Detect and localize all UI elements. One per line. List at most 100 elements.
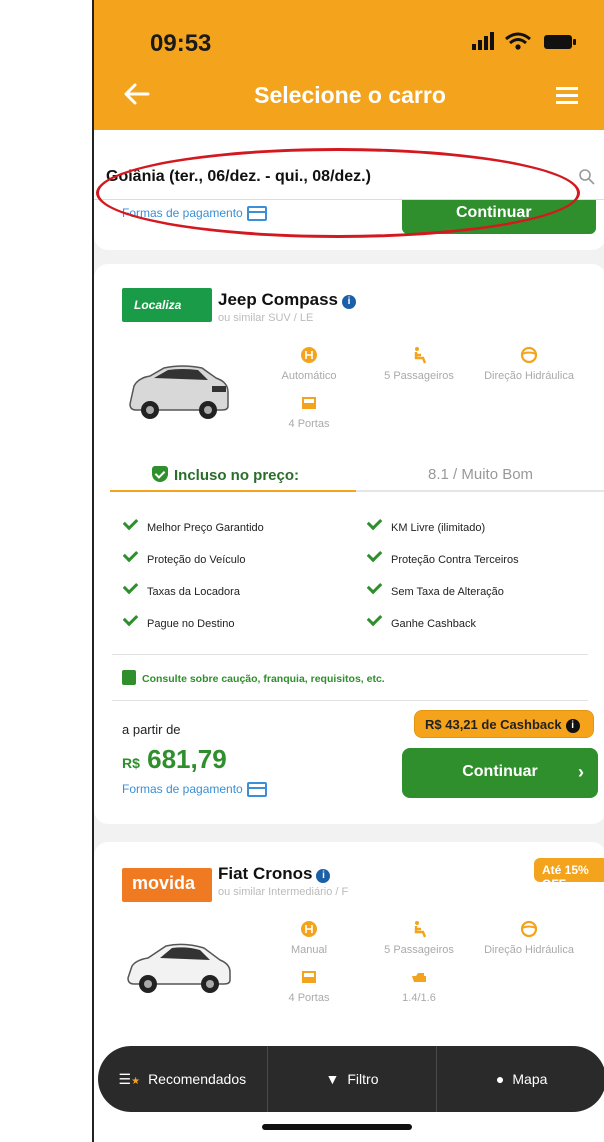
filter-button[interactable]: ▼ Filtro xyxy=(268,1046,438,1112)
perk-item: Taxas da Locadora xyxy=(120,578,240,598)
info-icon[interactable]: i xyxy=(316,869,331,883)
map-pin-icon: ● xyxy=(495,1071,505,1087)
home-indicator xyxy=(262,1124,412,1130)
perk-item: KM Livre (ilimitado) xyxy=(364,514,485,534)
cashback-label: R$ 43,21 de Cashback xyxy=(425,717,562,732)
company-name: movida xyxy=(132,873,196,893)
phone-screen: 09:53 Selecione o carro Goiânia (ter., 0… xyxy=(92,0,604,1142)
perk-item: Ganhe Cashback xyxy=(364,610,476,630)
page-title: Selecione o carro xyxy=(254,82,446,108)
continue-label: Continuar xyxy=(462,763,538,780)
tab-rating[interactable]: 8.1 / Muito Bom xyxy=(428,466,533,483)
car-category: ou similar Intermediário / F xyxy=(218,886,349,898)
feature-label: Automático xyxy=(281,370,337,382)
recommended-label: Recomendados xyxy=(148,1071,247,1087)
divider xyxy=(112,654,588,655)
signal-icon xyxy=(472,32,494,50)
car-name: Jeep Compass i xyxy=(218,290,356,310)
perk-label: Taxas da Locadora xyxy=(147,586,240,598)
page: 09:53 Selecione o carro Goiânia (ter., 0… xyxy=(0,0,604,1142)
car-name-text: Jeep Compass xyxy=(218,290,338,309)
app-header: 09:53 Selecione o carro xyxy=(94,0,604,130)
feature-label: 4 Portas xyxy=(288,992,330,1004)
feature-passengers: 5 Passageiros xyxy=(364,920,474,956)
perk-item: Proteção Contra Terceiros xyxy=(364,546,519,566)
discount-badge: Até 15% OFF xyxy=(534,858,604,891)
gearbox-icon xyxy=(301,921,317,937)
price: R$ 681,79 xyxy=(122,744,227,775)
perk-label: Proteção do Veículo xyxy=(147,554,246,566)
info-icon[interactable]: i xyxy=(342,295,356,309)
perk-label: Melhor Preço Garantido xyxy=(147,522,264,534)
divider xyxy=(112,700,588,701)
car-category: ou similar SUV / LE xyxy=(218,312,314,324)
tab-active-indicator xyxy=(110,490,356,492)
feature-label: 1.4/1.6 xyxy=(402,992,436,1004)
status-time: 09:53 xyxy=(150,30,212,57)
car-name: Fiat Cronos i xyxy=(218,864,331,884)
info-icon: i xyxy=(565,719,580,733)
localiza-logo: Localiza xyxy=(122,288,212,322)
feature-engine: 1.4/1.6 xyxy=(364,968,474,1004)
offer-tabs: Incluso no preço: 8.1 / Muito Bom xyxy=(110,456,604,492)
cashback-badge[interactable]: R$ 43,21 de Cashback i xyxy=(414,710,594,738)
gearbox-icon xyxy=(301,347,317,363)
car-image xyxy=(127,943,231,993)
feature-label: 4 Portas xyxy=(288,418,330,430)
car-door-icon xyxy=(302,971,316,983)
feature-transmission: Manual xyxy=(254,920,364,956)
battery-icon xyxy=(544,35,576,49)
perk-item: Sem Taxa de Alteração xyxy=(364,578,504,598)
perk-label: Ganhe Cashback xyxy=(391,618,476,630)
check-icon xyxy=(122,514,139,531)
status-icons xyxy=(472,32,576,50)
continue-button[interactable]: Continuar › xyxy=(402,748,598,798)
wifi-icon xyxy=(505,32,531,45)
sort-star-icon: ☰★ xyxy=(118,1070,141,1087)
car-name-text: Fiat Cronos xyxy=(218,864,313,883)
bottom-toolbar: ☰★ Recomendados ▼ Filtro ● Mapa xyxy=(98,1046,604,1112)
check-icon xyxy=(366,546,383,563)
search-icon[interactable] xyxy=(578,168,596,186)
feature-label: Direção Hidráulica xyxy=(484,370,574,382)
perk-label: Sem Taxa de Alteração xyxy=(391,586,504,598)
car-door-icon xyxy=(302,397,316,409)
steering-wheel-icon xyxy=(520,346,538,364)
credit-card-icon xyxy=(246,782,267,798)
check-icon xyxy=(122,610,139,627)
tab-included[interactable]: Incluso no preço: xyxy=(152,466,299,484)
perk-item: Proteção do Veículo xyxy=(120,546,246,566)
conditions-link[interactable]: Consulte sobre caução, franquia, requisi… xyxy=(122,670,385,685)
from-label: a partir de xyxy=(122,722,181,737)
feature-label: 5 Passageiros xyxy=(384,944,454,956)
perk-item: Pague no Destino xyxy=(120,610,235,630)
steering-wheel-icon xyxy=(520,920,538,938)
check-icon xyxy=(122,578,139,595)
perk-label: Proteção Contra Terceiros xyxy=(391,554,519,566)
movida-logo: movida xyxy=(122,868,212,902)
perk-item: Melhor Preço Garantido xyxy=(120,514,264,534)
map-label: Mapa xyxy=(512,1071,548,1087)
document-check-icon xyxy=(122,670,136,685)
recommended-button[interactable]: ☰★ Recomendados xyxy=(98,1046,268,1112)
map-button[interactable]: ● Mapa xyxy=(437,1046,604,1112)
engine-icon xyxy=(412,973,426,982)
filter-label: Filtro xyxy=(347,1071,379,1087)
perk-label: Pague no Destino xyxy=(147,618,235,630)
feature-label: 5 Passageiros xyxy=(384,370,454,382)
check-icon xyxy=(366,514,383,531)
payment-methods-link[interactable]: Formas de pagamento xyxy=(122,782,267,798)
check-icon xyxy=(122,546,139,563)
feature-doors: 4 Portas xyxy=(254,394,364,430)
seat-icon xyxy=(414,347,427,364)
feature-passengers: 5 Passageiros xyxy=(364,346,474,382)
tab-included-label: Incluso no preço: xyxy=(174,467,300,484)
shield-check-icon xyxy=(152,466,168,482)
car-offer-card: Localiza Jeep Compass i ou similar SUV / … xyxy=(94,264,604,824)
car-image xyxy=(129,365,229,419)
menu-icon[interactable] xyxy=(556,86,578,104)
company-name: Localiza xyxy=(134,298,182,312)
filter-icon: ▼ xyxy=(325,1071,340,1087)
check-icon xyxy=(366,578,383,595)
feature-label: Manual xyxy=(290,944,328,956)
